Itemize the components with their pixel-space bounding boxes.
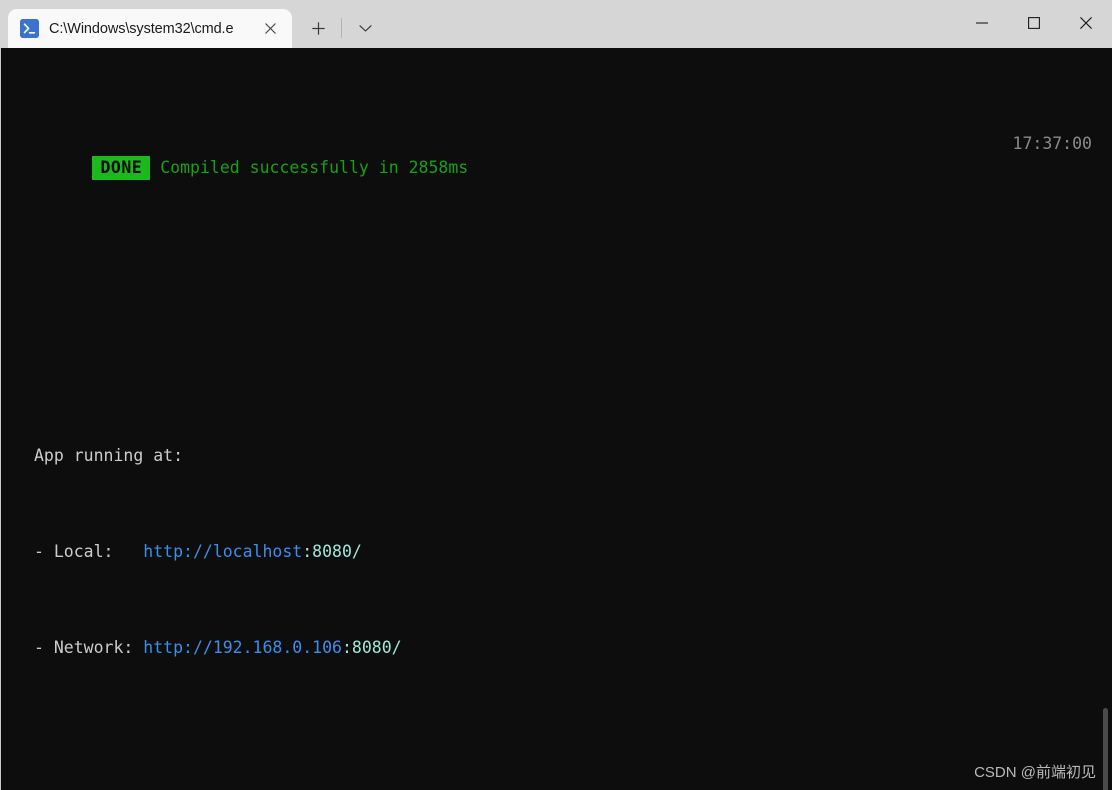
label-network: - Network: — [34, 638, 144, 657]
link-network-port[interactable]: :8080/ — [342, 638, 402, 657]
build-status-line: DONE Compiled successfully in 2858ms 17:3… — [1, 132, 1112, 180]
terminal-prompt-icon — [20, 19, 39, 38]
tab-bar-separator — [341, 18, 342, 38]
tab-cmd[interactable]: C:\Windows\system32\cmd.e — [8, 9, 292, 48]
link-network-host[interactable]: http://192.168.0.106 — [143, 638, 342, 657]
minimize-button[interactable] — [956, 0, 1008, 46]
terminal-lines: App running at: - Local: http://localhos… — [1, 228, 1112, 790]
terminal-scrollbar[interactable] — [1098, 48, 1112, 790]
terminal-output: DONE Compiled successfully in 2858ms 17:3… — [1, 48, 1112, 790]
tab-title: C:\Windows\system32\cmd.e — [49, 20, 234, 37]
terminal-line-local: - Local: http://localhost:8080/ — [1, 540, 1112, 564]
terminal-pane[interactable]: DONE Compiled successfully in 2858ms 17:3… — [0, 48, 1112, 790]
tab-strip: C:\Windows\system32\cmd.e — [0, 0, 383, 48]
window-controls — [956, 0, 1112, 46]
new-tab-button[interactable] — [300, 10, 336, 46]
status-badge: DONE — [92, 156, 151, 180]
watermark: CSDN @前端初见 — [974, 764, 1096, 781]
link-local-host[interactable]: http://localhost — [143, 542, 302, 561]
tab-close-icon[interactable] — [256, 15, 284, 43]
terminal-scrollbar-thumb[interactable] — [1103, 708, 1108, 790]
status-message: Compiled successfully in 2858ms — [160, 158, 469, 177]
terminal-line-network: - Network: http://192.168.0.106:8080/ — [1, 636, 1112, 660]
timestamp: 17:37:00 — [1012, 134, 1092, 153]
terminal-window: C:\Windows\system32\cmd.e DONE Compiled … — [0, 0, 1112, 790]
maximize-button[interactable] — [1008, 0, 1060, 46]
link-local-port[interactable]: :8080/ — [302, 542, 362, 561]
label-local: - Local: — [34, 542, 144, 561]
chevron-down-icon[interactable] — [347, 10, 383, 46]
terminal-line-app-running: App running at: — [1, 444, 1112, 468]
text-app-running: App running at: — [34, 446, 184, 465]
title-bar: C:\Windows\system32\cmd.e — [0, 0, 1112, 48]
close-button[interactable] — [1060, 0, 1112, 46]
